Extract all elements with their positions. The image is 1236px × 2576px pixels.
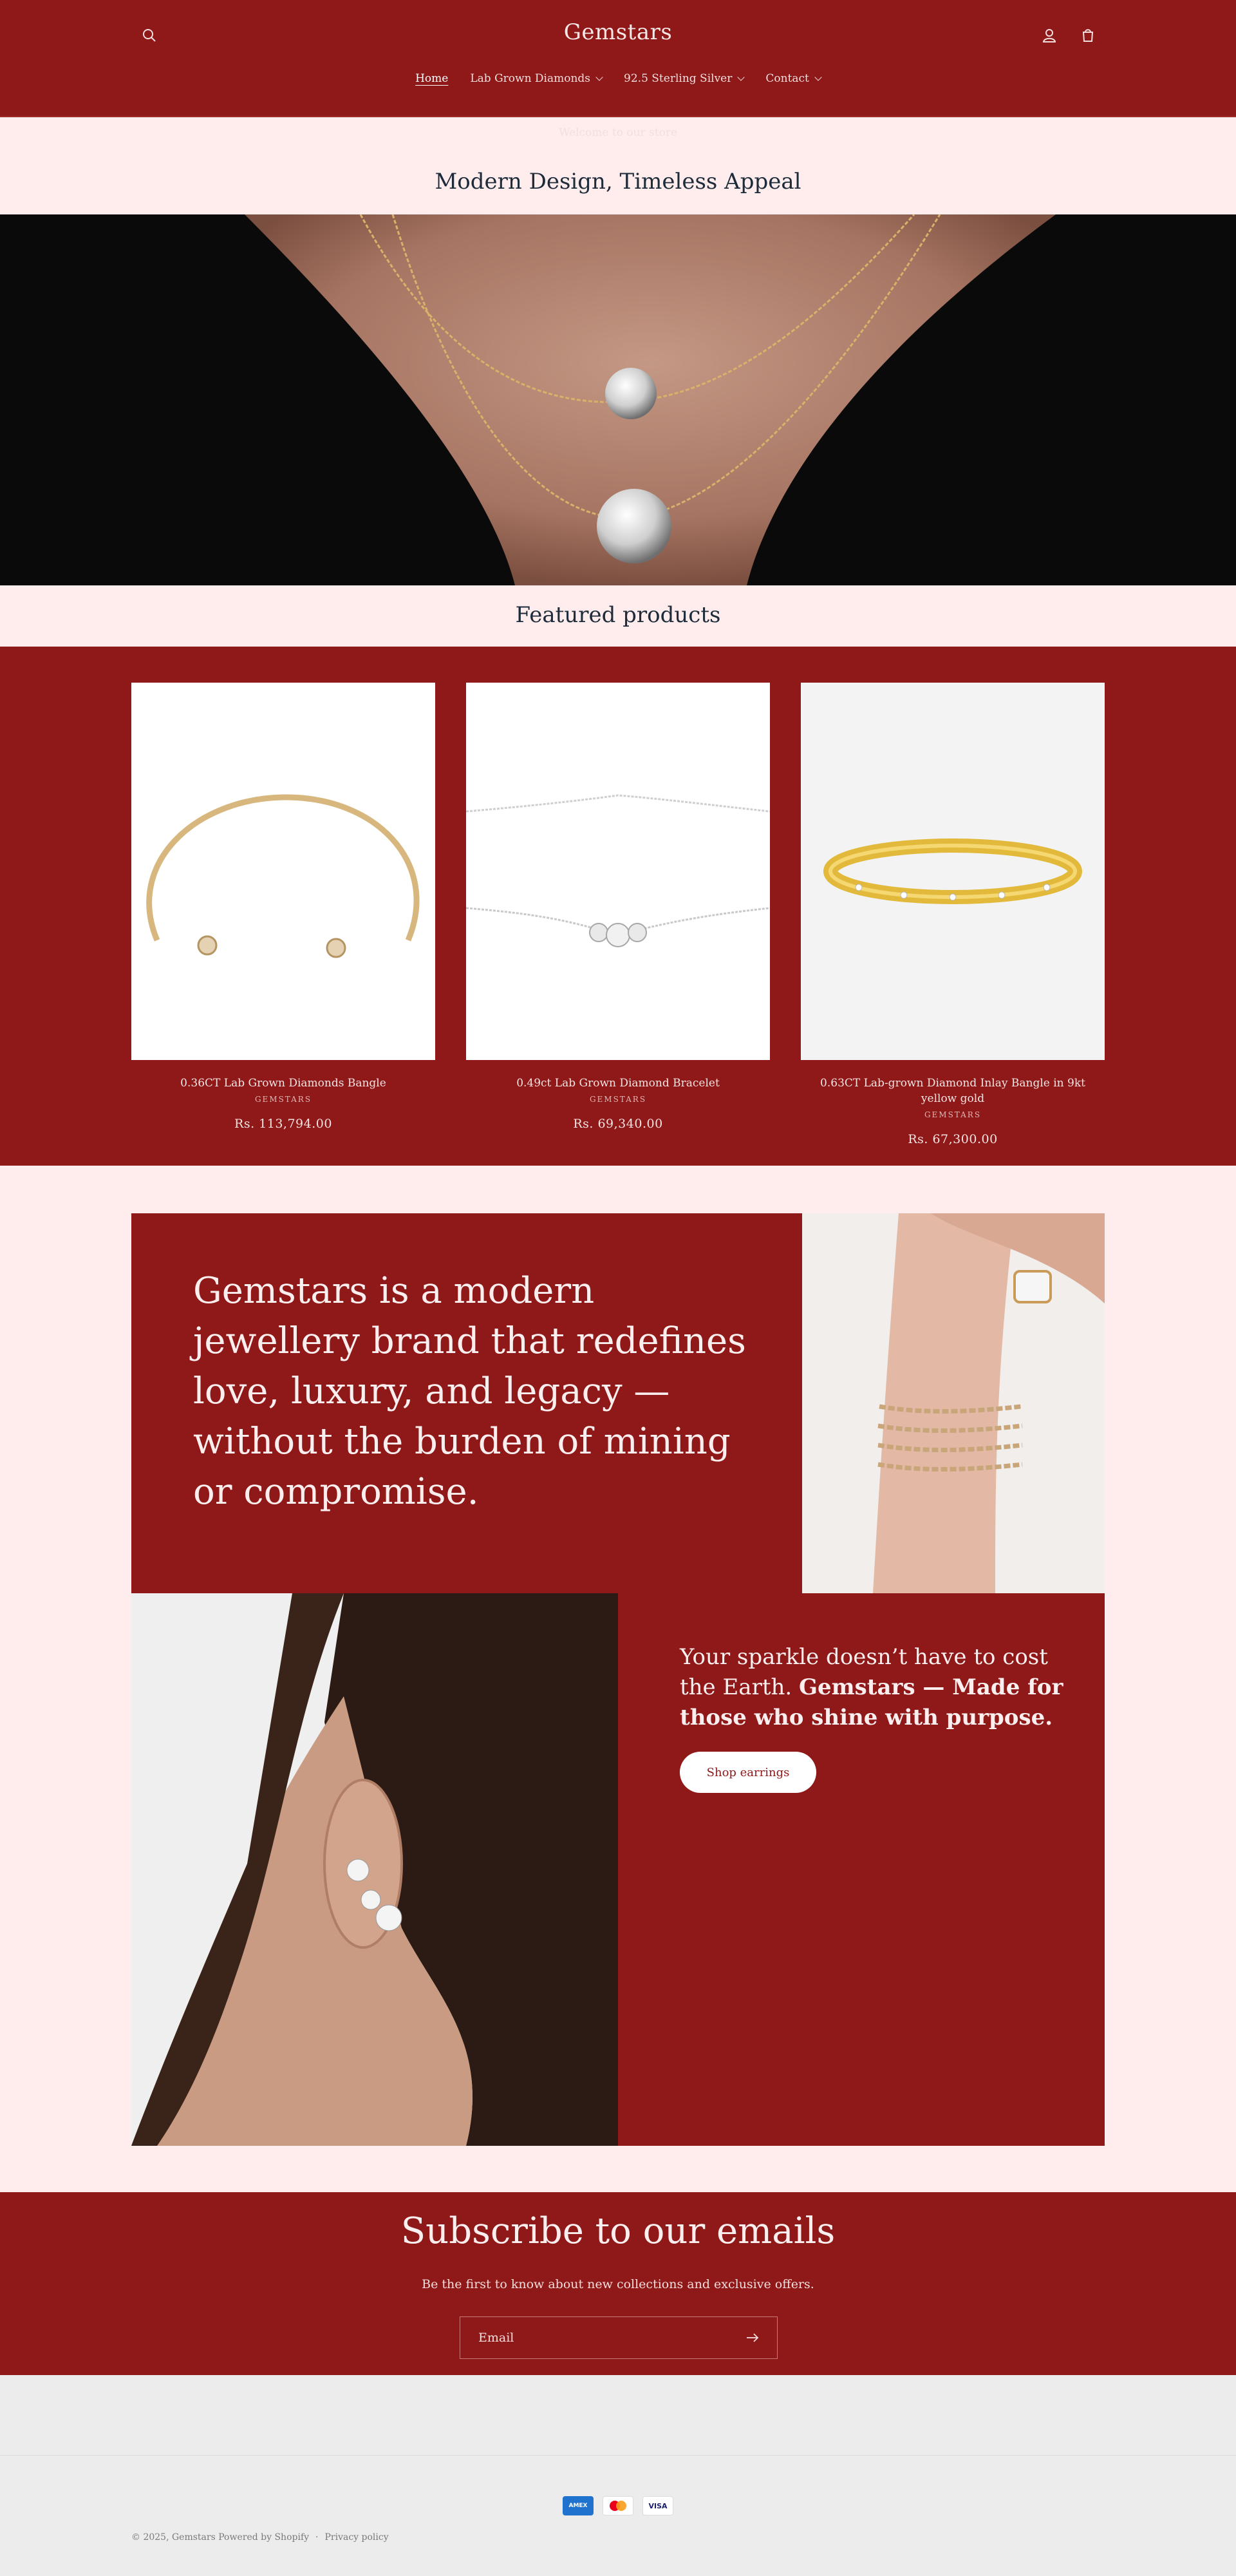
site-logo[interactable]: Gemstars xyxy=(489,19,747,45)
hero-title: Modern Design, Timeless Appeal xyxy=(435,169,801,194)
email-field[interactable] xyxy=(460,2316,778,2359)
main-nav: Home Lab Grown Diamonds 92.5 Sterling Si… xyxy=(0,72,1236,85)
brand-message-text: Your sparkle doesn’t have to cost the Ea… xyxy=(680,1642,1066,1733)
nav-lab-grown-diamonds[interactable]: Lab Grown Diamonds xyxy=(470,72,603,85)
product-vendor: GEMSTARS xyxy=(924,1110,982,1119)
nav-label: Lab Grown Diamonds xyxy=(470,72,591,85)
announcement-bar: Welcome to our store xyxy=(558,126,678,139)
earring-model-image xyxy=(131,1593,618,2146)
site-header: Gemstars Home Lab Grown Diamonds 92.5 St… xyxy=(0,0,1236,139)
search-icon[interactable] xyxy=(135,21,164,50)
product-image-inlay-bangle[interactable] xyxy=(801,683,1105,1060)
separator: · xyxy=(315,2532,319,2543)
product-image-bracelet[interactable] xyxy=(466,683,770,1060)
header-divider xyxy=(0,116,1236,117)
product-price: Rs. 113,794.00 xyxy=(234,1117,332,1131)
nav-sterling-silver[interactable]: 92.5 Sterling Silver xyxy=(624,72,745,85)
newsletter-text: Be the first to know about new collectio… xyxy=(422,2277,814,2291)
nav-label: 92.5 Sterling Silver xyxy=(624,72,733,85)
payment-label: AMEX xyxy=(568,2503,588,2509)
site-footer xyxy=(0,2375,1236,2576)
chevron-down-icon xyxy=(737,73,745,81)
nav-home[interactable]: Home xyxy=(415,72,448,85)
privacy-policy-link[interactable]: Privacy policy xyxy=(325,2532,389,2543)
cart-icon[interactable] xyxy=(1074,21,1102,50)
product-vendor: GEMSTARS xyxy=(589,1095,647,1104)
newsletter-title: Subscribe to our emails xyxy=(400,2210,836,2252)
visa-icon: VISA xyxy=(642,2496,673,2515)
amex-icon: AMEX xyxy=(563,2496,594,2515)
account-icon[interactable] xyxy=(1035,21,1063,50)
product-price: Rs. 69,340.00 xyxy=(573,1117,663,1131)
copyright-text[interactable]: © 2025, Gemstars Powered by Shopify xyxy=(131,2532,309,2543)
product-vendor: GEMSTARS xyxy=(254,1095,312,1104)
mastercard-icon xyxy=(603,2496,633,2515)
chevron-down-icon xyxy=(814,73,822,81)
footer-divider xyxy=(0,2455,1236,2456)
bracelet-model-image xyxy=(802,1213,1105,1593)
hero-image xyxy=(0,214,1236,585)
arrow-right-icon[interactable] xyxy=(746,2333,759,2343)
product-title[interactable]: 0.36CT Lab Grown Diamonds Bangle xyxy=(131,1075,435,1091)
copyright: © 2025, Gemstars Powered by Shopify · Pr… xyxy=(131,2532,389,2543)
nav-contact[interactable]: Contact xyxy=(765,72,822,85)
product-title[interactable]: 0.49ct Lab Grown Diamond Bracelet xyxy=(466,1075,770,1091)
email-input[interactable] xyxy=(478,2331,746,2345)
chevron-down-icon xyxy=(595,73,603,81)
featured-title: Featured products xyxy=(515,602,721,628)
nav-label: Home xyxy=(415,72,449,85)
brand-story-heading: Gemstars is a modern jewellery brand tha… xyxy=(193,1270,746,1513)
payment-label: VISA xyxy=(648,2501,668,2510)
shop-earrings-button[interactable]: Shop earrings xyxy=(680,1752,816,1793)
product-price: Rs. 67,300.00 xyxy=(908,1132,998,1146)
product-title[interactable]: 0.63CT Lab-grown Diamond Inlay Bangle in… xyxy=(801,1075,1105,1106)
product-image-bangle[interactable] xyxy=(131,683,435,1060)
nav-label: Contact xyxy=(765,72,809,85)
